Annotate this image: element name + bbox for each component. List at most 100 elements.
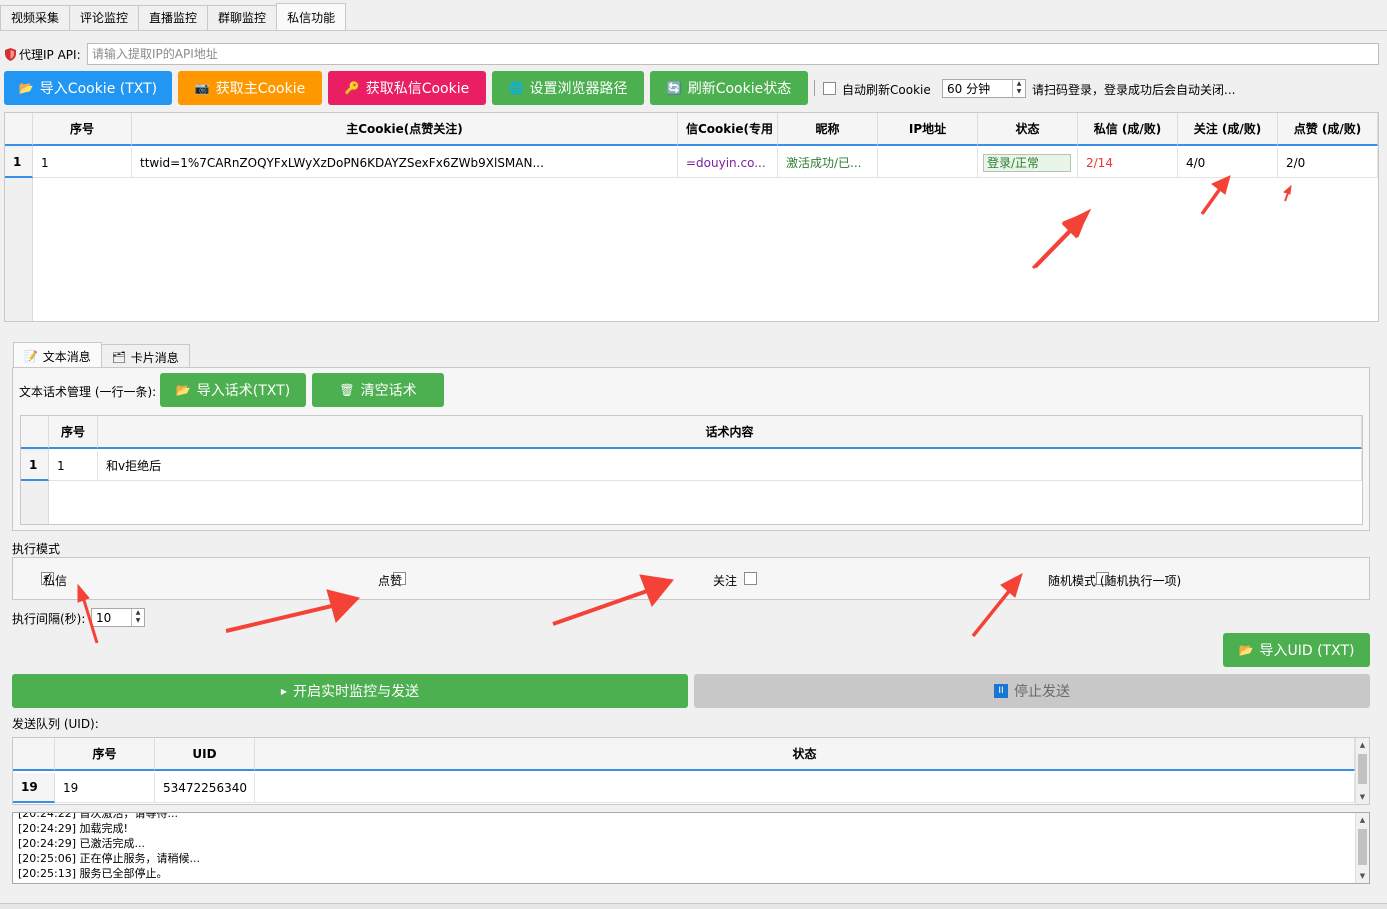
message-type-tabs: 📝 文本消息 🗂 卡片消息	[13, 342, 190, 369]
col-header-index[interactable]: 序号	[33, 113, 132, 146]
toolbar-separator	[814, 80, 815, 96]
interval-spinner[interactable]: 10 ▲ ▼	[91, 608, 145, 627]
tab-text-message[interactable]: 📝 文本消息	[13, 342, 102, 369]
log-line: [20:25:06] 正在停止服务，请稍候...	[18, 852, 200, 865]
cell-status[interactable]	[255, 773, 1355, 803]
cell-follow-count[interactable]: 4/0	[1178, 148, 1278, 178]
col-header-status[interactable]: 状态	[255, 738, 1355, 771]
cell-dm-cookie[interactable]: =douyin.co...	[678, 148, 778, 178]
log-line: [20:24:22] 首次激活，请等待...	[18, 812, 178, 820]
key-icon: 🔑	[344, 81, 360, 95]
import-script-button[interactable]: 📂 导入话术(TXT)	[160, 373, 306, 407]
interval-value: 10	[96, 610, 112, 625]
mode-follow-checkbox[interactable]	[744, 572, 758, 585]
col-header-index[interactable]: 序号	[55, 738, 155, 771]
tab-card-message[interactable]: 🗂 卡片消息	[100, 344, 190, 369]
play-icon: ▶	[280, 686, 288, 696]
table-corner	[13, 738, 55, 771]
spinner-arrows-icon[interactable]: ▲ ▼	[131, 609, 144, 626]
tab-video-collect[interactable]: 视频采集	[0, 5, 71, 30]
import-uid-button[interactable]: 📂 导入UID (TXT)	[1223, 633, 1370, 667]
cell-index[interactable]: 1	[33, 148, 132, 178]
refresh-cookie-button[interactable]: 🔄 刷新Cookie状态	[650, 71, 808, 105]
col-header-nickname[interactable]: 昵称	[778, 113, 878, 146]
log-output[interactable]: [20:24:22] 首次激活，请等待... [20:24:29] 加载完成! …	[12, 812, 1370, 884]
get-main-cookie-button[interactable]: 📷 获取主Cookie	[178, 71, 322, 105]
col-header-dm-cookie[interactable]: 信Cookie(专用	[678, 113, 778, 146]
set-browser-path-label: 设置浏览器路径	[529, 81, 628, 97]
scroll-up-icon[interactable]: ▲	[1356, 738, 1369, 752]
import-script-label: 导入话术(TXT)	[196, 383, 291, 399]
shield-icon	[5, 48, 16, 61]
scroll-down-icon[interactable]: ▼	[1356, 869, 1369, 883]
col-header-content[interactable]: 话术内容	[98, 416, 1362, 449]
col-header-dm-count[interactable]: 私信 (成/败)	[1078, 113, 1178, 146]
stop-send-label: 停止发送	[1014, 684, 1070, 700]
mode-dm-label: 私信	[43, 574, 68, 588]
import-uid-label: 导入UID (TXT)	[1259, 643, 1355, 659]
cell-dm-count[interactable]: 2/14	[1078, 148, 1178, 178]
auto-refresh-interval-spinner[interactable]: 60 分钟 ▲ ▼	[942, 79, 1026, 98]
scroll-up-icon[interactable]: ▲	[1356, 813, 1369, 827]
spinner-arrows-icon[interactable]: ▲ ▼	[1012, 80, 1025, 97]
cell-like-count[interactable]: 2/0	[1278, 148, 1378, 178]
cell-content[interactable]: 和v拒绝后	[98, 451, 1362, 481]
tab-comment-monitor[interactable]: 评论监控	[69, 5, 140, 30]
status-badge: 登录/正常	[983, 153, 1071, 172]
cell-index[interactable]: 19	[55, 773, 155, 803]
refresh-cookie-label: 刷新Cookie状态	[687, 81, 792, 97]
get-dm-cookie-button[interactable]: 🔑 获取私信Cookie	[328, 71, 486, 105]
cell-ip[interactable]	[878, 148, 978, 178]
cell-status[interactable]: 登录/正常	[978, 148, 1078, 178]
clear-script-label: 清空话术	[360, 383, 417, 399]
exec-mode-title: 执行模式	[12, 542, 61, 556]
tab-private-message[interactable]: 私信功能	[276, 3, 347, 30]
folder-icon: 📂	[175, 383, 191, 397]
log-line: [20:24:29] 加载完成!	[18, 822, 128, 835]
col-header-uid[interactable]: UID	[155, 738, 255, 771]
col-header-like-count[interactable]: 点赞 (成/败)	[1278, 113, 1378, 146]
tab-group-monitor[interactable]: 群聊监控	[207, 5, 278, 30]
get-main-cookie-label: 获取主Cookie	[215, 81, 306, 97]
cell-main-cookie[interactable]: ttwid=1%7CARnZOQYFxLWyXzDoPN6KDAYZSexFx6…	[132, 148, 678, 178]
start-monitor-button[interactable]: ▶ 开启实时监控与发送	[12, 674, 688, 708]
scroll-thumb[interactable]	[1358, 754, 1367, 784]
interval-label: 执行间隔(秒):	[12, 612, 86, 626]
tab-card-message-label: 卡片消息	[130, 350, 179, 365]
log-line: [20:24:29] 已激活完成...	[18, 837, 145, 850]
clear-script-button[interactable]: 🗑 清空话术	[312, 373, 444, 407]
log-scrollbar[interactable]: ▲ ▼	[1355, 813, 1369, 883]
queue-table: 序号 UID 状态 19 19 53472256340 ▲ ▼	[12, 737, 1370, 805]
col-header-index[interactable]: 序号	[49, 416, 98, 449]
queue-scrollbar[interactable]: ▲ ▼	[1355, 738, 1369, 804]
set-browser-path-button[interactable]: 🌐 设置浏览器路径	[492, 71, 644, 105]
row-header[interactable]: 1	[21, 451, 49, 481]
scroll-thumb[interactable]	[1358, 829, 1367, 865]
auto-refresh-label: 自动刷新Cookie	[842, 83, 931, 97]
col-header-ip[interactable]: IP地址	[878, 113, 978, 146]
auto-refresh-checkbox[interactable]	[823, 82, 836, 95]
folder-icon: 📂	[1238, 643, 1254, 657]
log-line: [20:25:13] 服务已全部停止。	[18, 867, 168, 880]
col-header-follow-count[interactable]: 关注 (成/败)	[1178, 113, 1278, 146]
cell-nickname[interactable]: 激活成功/已...	[778, 148, 878, 178]
tab-live-monitor[interactable]: 直播监控	[138, 5, 209, 30]
cell-index[interactable]: 1	[49, 451, 98, 481]
refresh-icon: 🔄	[666, 81, 682, 95]
scroll-down-icon[interactable]: ▼	[1356, 790, 1369, 804]
globe-icon: 🌐	[508, 81, 524, 95]
stop-send-button[interactable]: II 停止发送	[694, 674, 1370, 708]
col-header-main-cookie[interactable]: 主Cookie(点赞关注)	[132, 113, 678, 146]
script-table: 序号 话术内容 1 1 和v拒绝后	[20, 415, 1363, 525]
pause-icon: II	[994, 684, 1008, 698]
table-corner	[5, 113, 33, 146]
row-header[interactable]: 19	[13, 773, 55, 803]
login-hint: 请扫码登录，登录成功后会自动关闭...	[1032, 83, 1236, 97]
import-cookie-button[interactable]: 📂 导入Cookie (TXT)	[4, 71, 172, 105]
row-header[interactable]: 1	[5, 148, 33, 178]
proxy-label-text: 代理IP API:	[19, 48, 81, 62]
proxy-api-input[interactable]	[87, 43, 1379, 65]
tab-text-message-label: 文本消息	[42, 349, 91, 364]
col-header-status[interactable]: 状态	[978, 113, 1078, 146]
cell-uid[interactable]: 53472256340	[155, 773, 255, 803]
